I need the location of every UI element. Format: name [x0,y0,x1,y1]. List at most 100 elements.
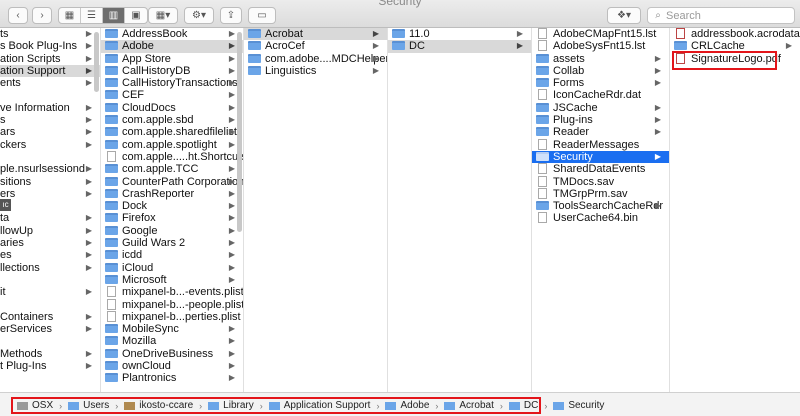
list-item[interactable]: Guild Wars 2 ▶ [101,237,243,249]
list-item[interactable]: ents ▶ [0,77,100,89]
list-item[interactable]: OneDriveBusiness ▶ [101,348,243,360]
breadcrumb-item[interactable]: OSX › [17,400,68,411]
list-item[interactable]: Dock ▶ [101,200,243,212]
list-item[interactable]: MobileSync ▶ [101,323,243,335]
icon-view-icon[interactable]: ▦ [59,8,81,23]
list-item[interactable]: erServices ▶ [0,323,100,335]
dc-column[interactable]: AdobeCMapFnt15.lst AdobeSysFnt15.lst asset… [532,28,670,392]
search-field[interactable]: ⌕ [647,7,795,24]
list-item[interactable]: ReaderMessages [532,138,669,151]
breadcrumb-item[interactable]: DC › [508,400,553,411]
library-column[interactable]: ts ▶ s Book Plug-Ins ▶ ation Scripts ▶ ation S… [0,28,101,392]
list-item[interactable]: ation Support ▶ [0,64,100,78]
column-view-icon[interactable]: ▥ [103,8,125,23]
list-item[interactable]: ation Scripts ▶ [0,53,100,65]
adobe-column[interactable]: Acrobat ▶ AcroCef ▶ com.adobe....MDCHelper ▶ L… [244,28,388,392]
dropbox-button[interactable]: ❖▾ [607,7,641,24]
list-item[interactable]: t Plug-Ins ▶ [0,360,100,372]
list-item[interactable]: 11.0 ▶ [388,28,531,40]
list-item[interactable]: ToolsSearchCacheRdr ▶ [532,200,669,212]
list-item[interactable]: com.apple.TCC ▶ [101,163,243,175]
breadcrumb-item[interactable]: Acrobat › [444,400,508,411]
list-item[interactable]: Containers ▶ [0,311,100,323]
acrobat-column[interactable]: 11.0 ▶ DC ▶ [388,28,532,392]
list-item[interactable]: ta ▶ [0,212,100,224]
list-item[interactable]: s Book Plug-Ins ▶ [0,40,100,52]
forward-button[interactable]: › [32,7,52,24]
list-item[interactable]: IconCacheRdr.dat [532,89,669,101]
view-mode-segmented-control[interactable]: ▦ ☰ ▥ ▣ [58,7,148,24]
list-item[interactable]: CallHistoryDB ▶ [101,65,243,77]
list-item[interactable]: ownCloud ▶ [101,360,243,372]
list-item[interactable] [0,335,100,347]
list-item[interactable]: ckers ▶ [0,139,100,151]
list-item[interactable]: aries ▶ [0,237,100,249]
breadcrumb-item[interactable]: Security [553,400,604,411]
back-button[interactable]: ‹ [8,7,28,24]
list-item[interactable]: iCloud ▶ [101,262,243,274]
list-item[interactable]: App Store ▶ [101,53,243,65]
list-item[interactable]: com.adobe....MDCHelper ▶ [244,53,387,65]
list-item[interactable]: CallHistoryTransactions ▶ [101,77,243,89]
list-item[interactable]: mixpanel-b...perties.plist [101,310,243,323]
list-item[interactable]: ars ▶ [0,126,100,138]
list-item[interactable]: ve Information ▶ [0,102,100,114]
edit-tags-button[interactable]: ▭ [248,7,276,24]
list-item[interactable]: TMDocs.sav [532,175,669,188]
list-item[interactable]: Methods ▶ [0,348,100,360]
breadcrumb-item[interactable]: ikosto-ccare › [124,400,208,411]
cover-flow-icon[interactable]: ▣ [125,8,147,23]
security-column[interactable]: addressbook.acrodata CRLCache ▶ SignatureLo… [670,28,800,392]
breadcrumb-item[interactable]: Adobe › [385,400,444,411]
list-item[interactable]: Linguistics ▶ [244,65,387,77]
list-item[interactable] [0,200,100,212]
list-item[interactable]: AdobeSysFnt15.lst [532,40,669,52]
list-item[interactable]: AcroCef ▶ [244,40,387,52]
list-item[interactable]: mixpanel-b...-events.plist [101,286,243,298]
search-input[interactable] [666,9,786,22]
list-item[interactable]: mixpanel-b...-people.plist [101,298,243,311]
list-item[interactable] [0,299,100,311]
list-item[interactable]: CounterPath Corporation ▶ [101,176,243,188]
breadcrumb-item[interactable]: Library › [208,400,269,411]
scrollbar[interactable] [94,32,99,92]
list-item[interactable]: Security ▶ [532,150,669,164]
list-item[interactable] [0,89,100,101]
list-item[interactable]: Firefox ▶ [101,212,243,224]
list-item[interactable]: DC ▶ [388,40,531,53]
list-item[interactable]: UserCache64.bin [532,212,669,224]
list-item[interactable]: Mozilla ▶ [101,335,243,347]
list-item[interactable]: AddressBook ▶ [101,28,243,40]
list-item[interactable]: Forms ▶ [532,77,669,89]
list-item[interactable] [0,151,100,163]
list-item[interactable]: sitions ▶ [0,176,100,188]
list-item[interactable]: SharedDataEvents [532,163,669,175]
list-view-icon[interactable]: ☰ [81,8,103,23]
list-item[interactable]: Plantronics ▶ [101,372,243,384]
list-item[interactable]: TMGrpPrm.sav [532,187,669,200]
list-item[interactable]: Acrobat ▶ [244,28,387,41]
list-item[interactable]: llections ▶ [0,262,100,274]
list-item[interactable]: Reader ▶ [532,126,669,138]
list-item[interactable]: es ▶ [0,249,100,261]
list-item[interactable]: com.apple.sharedfilelist ▶ [101,126,243,138]
list-item[interactable]: ple.nsurlsessiond ▶ [0,163,100,175]
breadcrumb-item[interactable]: Users › [68,400,124,411]
list-item[interactable]: AdobeCMapFnt15.lst [532,28,669,40]
list-item[interactable]: JSCache ▶ [532,102,669,114]
scrollbar[interactable] [237,32,242,232]
application-support-column[interactable]: AddressBook ▶ Adobe ▶ App Store ▶ CallHistoryD… [101,28,244,392]
share-button[interactable]: ⇪ [220,7,242,24]
list-item[interactable]: Adobe ▶ [101,40,243,53]
list-item[interactable]: assets ▶ [532,53,669,65]
list-item[interactable]: CloudDocs ▶ [101,102,243,114]
list-item[interactable]: ts ▶ [0,28,100,40]
list-item[interactable]: com.apple.....ht.Shortcuts [101,150,243,163]
list-item[interactable]: icdd ▶ [101,249,243,261]
list-item[interactable]: Plug-ins ▶ [532,114,669,126]
list-item[interactable] [0,274,100,286]
list-item[interactable]: Google ▶ [101,225,243,237]
list-item[interactable]: CrashReporter ▶ [101,188,243,200]
list-item[interactable]: addressbook.acrodata [670,28,800,40]
list-item[interactable]: Collab ▶ [532,65,669,77]
